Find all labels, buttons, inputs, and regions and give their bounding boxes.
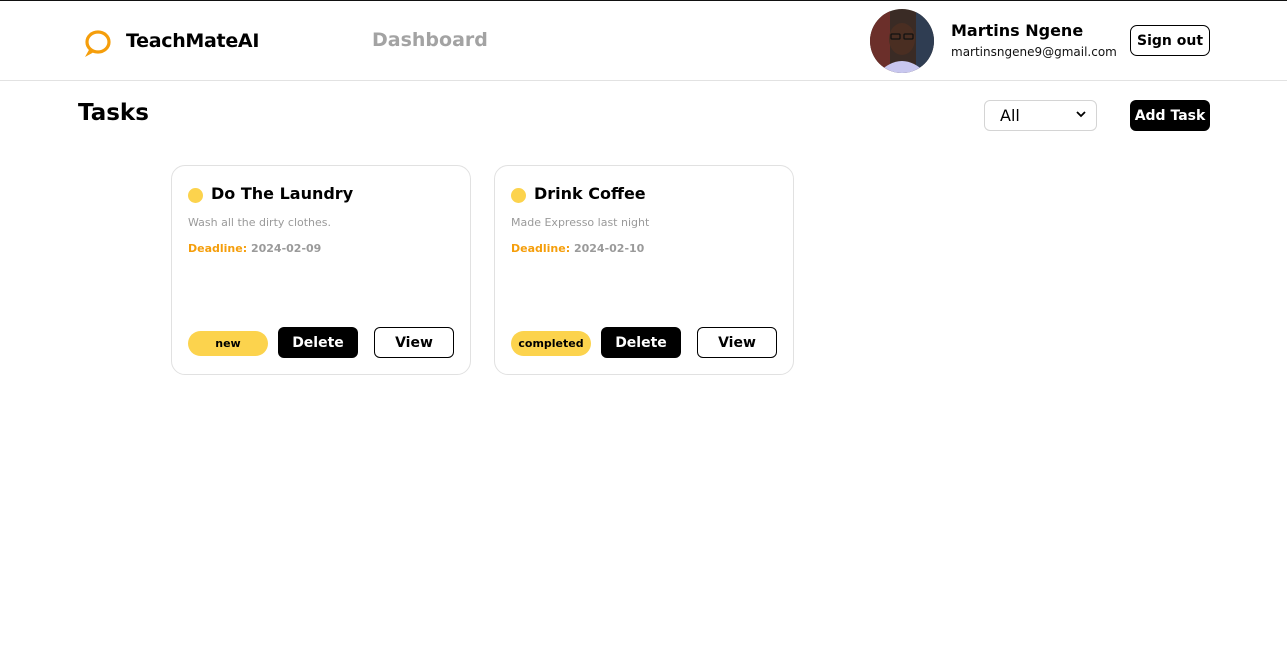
task-deadline: Deadline: 2024-02-09: [188, 242, 321, 255]
task-description: Wash all the dirty clothes.: [188, 216, 332, 229]
add-task-button[interactable]: Add Task: [1130, 100, 1210, 131]
status-dot-icon: [188, 188, 203, 203]
status-dot-icon: [511, 188, 526, 203]
status-badge: new: [188, 331, 268, 356]
sign-out-button[interactable]: Sign out: [1130, 25, 1210, 56]
deadline-date: 2024-02-10: [573, 242, 645, 255]
task-title: Do The Laundry: [211, 184, 354, 203]
status-filter-select[interactable]: All: [984, 100, 1097, 131]
brand-name[interactable]: TeachMateAI: [126, 30, 259, 52]
deadline-date: 2024-02-09: [250, 242, 322, 255]
user-email: martinsngene9@gmail.com: [951, 45, 1117, 59]
delete-task-button[interactable]: Delete: [278, 327, 358, 358]
view-task-button[interactable]: View: [697, 327, 777, 358]
deadline-label: Deadline:: [188, 242, 248, 255]
status-badge: completed: [511, 331, 591, 356]
task-card: Drink Coffee Made Expresso last night De…: [494, 165, 794, 375]
delete-task-button[interactable]: Delete: [601, 327, 681, 358]
view-task-button[interactable]: View: [374, 327, 454, 358]
task-description: Made Expresso last night: [511, 216, 650, 229]
task-deadline: Deadline: 2024-02-10: [511, 242, 644, 255]
nav-dashboard-link[interactable]: Dashboard: [372, 29, 488, 51]
user-name: Martins Ngene: [951, 21, 1084, 40]
page-title: Tasks: [78, 100, 149, 126]
filter-selected-value: All: [1000, 106, 1020, 125]
chevron-down-icon: [1076, 110, 1086, 121]
deadline-label: Deadline:: [511, 242, 571, 255]
chat-bubble-icon[interactable]: [82, 28, 112, 58]
task-card: Do The Laundry Wash all the dirty clothe…: [171, 165, 471, 375]
avatar: [870, 9, 934, 73]
top-navbar: TeachMateAI Dashboard Martins Ngene mart…: [0, 1, 1287, 81]
task-title: Drink Coffee: [534, 184, 646, 203]
